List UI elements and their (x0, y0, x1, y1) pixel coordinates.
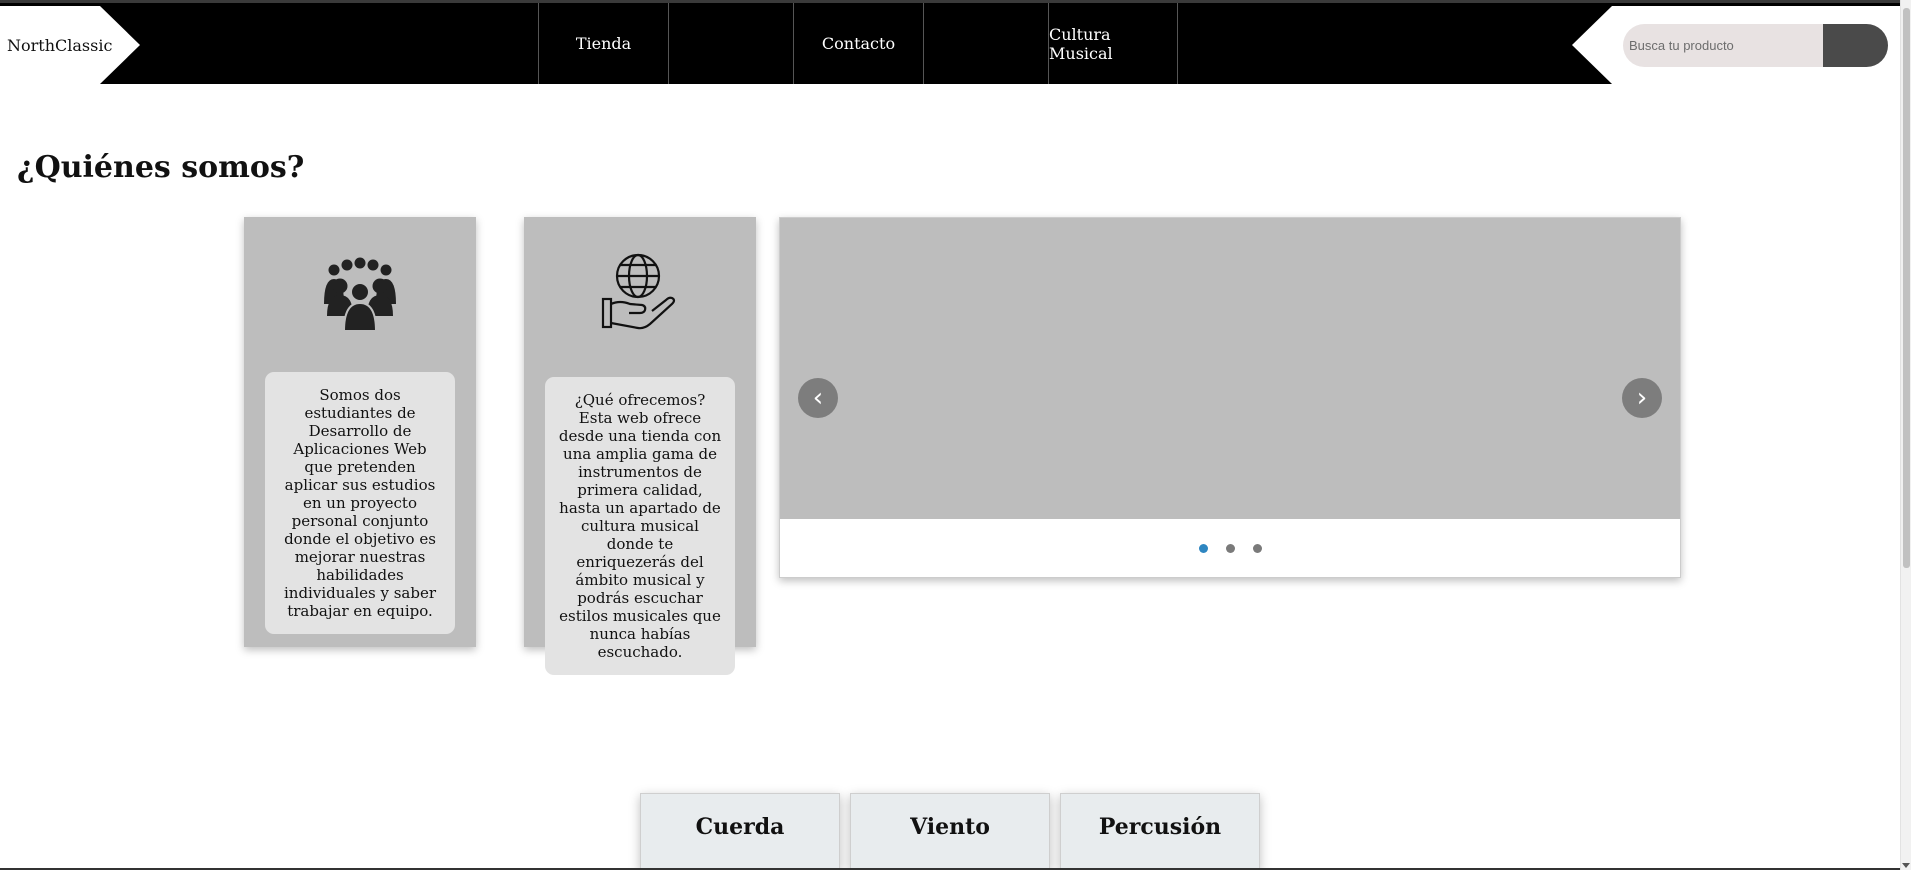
brand-logo[interactable]: NorthClassic (0, 6, 140, 84)
people-group-icon (324, 257, 396, 332)
scrollbar[interactable] (1900, 0, 1911, 870)
about-card-text: Somos dos estudiantes de Desarrollo de A… (265, 372, 455, 634)
nav-link-empty-1[interactable] (668, 3, 793, 84)
carousel-next-button[interactable]: › (1622, 378, 1662, 418)
category-percusion[interactable]: Percusión (1060, 793, 1260, 870)
globe-in-hand-icon (601, 253, 676, 330)
navbar: NorthClassic Tienda Contacto Cultura Mus… (0, 0, 1900, 84)
about-card-text: ¿Qué ofrecemos? Esta web ofrece desde un… (545, 377, 735, 675)
search-bar (1572, 6, 1900, 84)
carousel-prev-button[interactable]: ‹ (798, 378, 838, 418)
nav-link-tienda[interactable]: Tienda (538, 3, 668, 84)
carousel-dot[interactable] (1225, 544, 1235, 553)
nav-link-contacto[interactable]: Contacto (793, 3, 923, 84)
scrollbar-thumb[interactable] (1903, 8, 1910, 568)
search-button[interactable] (1823, 24, 1888, 67)
about-card-offer: ¿Qué ofrecemos? Esta web ofrece desde un… (524, 217, 756, 675)
carousel-slide (780, 218, 1680, 519)
nav-link-cultura-musical[interactable]: Cultura Musical (1048, 3, 1178, 84)
carousel-indicators (780, 544, 1680, 553)
carousel-dot[interactable] (1252, 544, 1262, 553)
image-carousel: ‹ › (779, 217, 1681, 578)
carousel-dot[interactable] (1198, 544, 1208, 553)
nav-links: Tienda Contacto Cultura Musical (538, 3, 1178, 84)
category-viento[interactable]: Viento (850, 793, 1050, 870)
search-input[interactable] (1623, 24, 1823, 67)
nav-link-empty-2[interactable] (923, 3, 1048, 84)
scroll-down-arrow-icon[interactable] (1902, 863, 1910, 868)
about-card-team: Somos dos estudiantes de Desarrollo de A… (244, 217, 476, 647)
category-cuerda[interactable]: Cuerda (640, 793, 840, 870)
page-title: ¿Quiénes somos? (17, 150, 305, 185)
